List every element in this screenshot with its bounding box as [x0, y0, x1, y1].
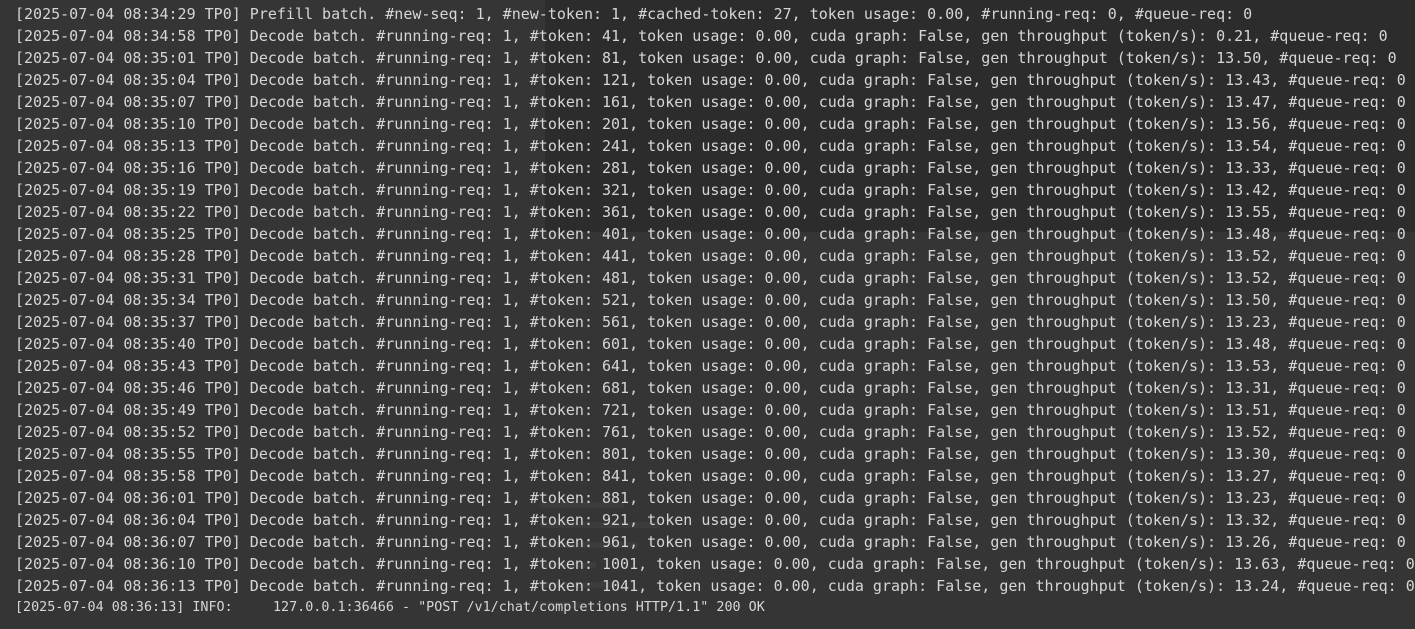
log-line: [2025-07-04 08:35:31 TP0] Decode batch. …: [15, 269, 1406, 287]
log-line: [2025-07-04 08:35:19 TP0] Decode batch. …: [15, 181, 1406, 199]
log-line: [2025-07-04 08:35:43 TP0] Decode batch. …: [15, 357, 1406, 375]
log-line: [2025-07-04 08:35:25 TP0] Decode batch. …: [15, 225, 1406, 243]
log-line: [2025-07-04 08:35:58 TP0] Decode batch. …: [15, 467, 1406, 485]
terminal-window[interactable]: [2025-07-04 08:34:29 TP0] Prefill batch.…: [0, 0, 1415, 629]
log-line: [2025-07-04 08:35:49 TP0] Decode batch. …: [15, 401, 1406, 419]
log-line: [2025-07-04 08:35:07 TP0] Decode batch. …: [15, 93, 1406, 111]
log-line: [2025-07-04 08:35:22 TP0] Decode batch. …: [15, 203, 1406, 221]
log-line: [2025-07-04 08:35:16 TP0] Decode batch. …: [15, 159, 1406, 177]
log-line: [2025-07-04 08:35:13 TP0] Decode batch. …: [15, 137, 1406, 155]
log-line: [2025-07-04 08:35:28 TP0] Decode batch. …: [15, 247, 1406, 265]
log-line: [2025-07-04 08:36:04 TP0] Decode batch. …: [15, 511, 1406, 529]
log-line: [2025-07-04 08:35:37 TP0] Decode batch. …: [15, 313, 1406, 331]
log-line: [2025-07-04 08:36:13 TP0] Decode batch. …: [15, 577, 1415, 595]
log-line: [2025-07-04 08:35:52 TP0] Decode batch. …: [15, 423, 1406, 441]
log-line: [2025-07-04 08:35:01 TP0] Decode batch. …: [15, 49, 1397, 67]
log-line: [2025-07-04 08:36:01 TP0] Decode batch. …: [15, 489, 1406, 507]
log-line: [2025-07-04 08:35:46 TP0] Decode batch. …: [15, 379, 1406, 397]
log-output[interactable]: [2025-07-04 08:34:29 TP0] Prefill batch.…: [15, 3, 1415, 619]
log-line: [2025-07-04 08:36:07 TP0] Decode batch. …: [15, 533, 1406, 551]
log-line: [2025-07-04 08:34:29 TP0] Prefill batch.…: [15, 5, 1253, 23]
log-line: [2025-07-04 08:35:40 TP0] Decode batch. …: [15, 335, 1406, 353]
log-line: [2025-07-04 08:35:55 TP0] Decode batch. …: [15, 445, 1406, 463]
log-line: [2025-07-04 08:36:10 TP0] Decode batch. …: [15, 555, 1415, 573]
log-line: [2025-07-04 08:34:58 TP0] Decode batch. …: [15, 27, 1388, 45]
log-line: [2025-07-04 08:35:04 TP0] Decode batch. …: [15, 71, 1406, 89]
log-line: [2025-07-04 08:35:34 TP0] Decode batch. …: [15, 291, 1406, 309]
log-line: [2025-07-04 08:35:10 TP0] Decode batch. …: [15, 115, 1406, 133]
log-line-info: [2025-07-04 08:36:13] INFO: 127.0.0.1:36…: [15, 600, 765, 615]
